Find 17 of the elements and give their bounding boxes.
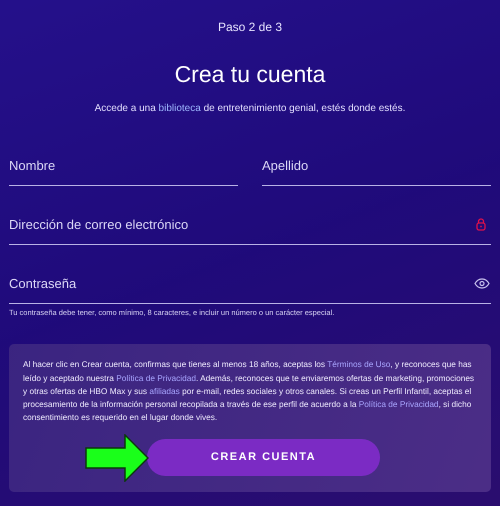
input-field[interactable]: Apellido <box>262 146 491 185</box>
step-indicator: Paso 2 de 3 <box>218 19 282 36</box>
link[interactable]: Política de Privacidad <box>116 372 196 383</box>
eye-icon[interactable] <box>474 278 490 289</box>
link[interactable]: afiliadas <box>149 386 180 396</box>
create-account-button[interactable]: CREAR CUENTA <box>147 438 380 476</box>
input-field[interactable]: Contraseña <box>9 264 474 303</box>
input-field[interactable]: Dirección de correo electrónico <box>9 205 476 244</box>
subtitle: Accede a una biblioteca de entretenimiento genial, estés donde estés. <box>94 102 406 116</box>
link[interactable]: Términos de Uso <box>327 359 390 370</box>
lock-icon <box>476 218 486 231</box>
terms-paragraph: Al hacer clic en Crear cuenta, confirmas que tienes al menos 18 años, aceptas los Términos de Uso, y reconoces que has leído y aceptado nuestra Política de Privacidad. Además, reconoces que te enviaremos ofertas de marketing, promociones y otras ofertas de HBO Max y sus afiliadas por e-mail, redes sociales y otros canales. Si creas un Perfil Infantil, aceptas el procesamiento de la información personal recopilada a través de ese perfil de acuerdo a la Política de Privacidad, si dicho consentimiento es requerido en el lugar donde vives. <box>23 358 476 424</box>
arrow-icon <box>85 434 149 482</box>
link[interactable]: biblioteca <box>158 103 201 114</box>
input-field[interactable]: Nombre <box>9 146 238 185</box>
page-title: Crea tu cuenta <box>174 60 326 89</box>
link[interactable]: Política de Privacidad <box>358 399 439 410</box>
